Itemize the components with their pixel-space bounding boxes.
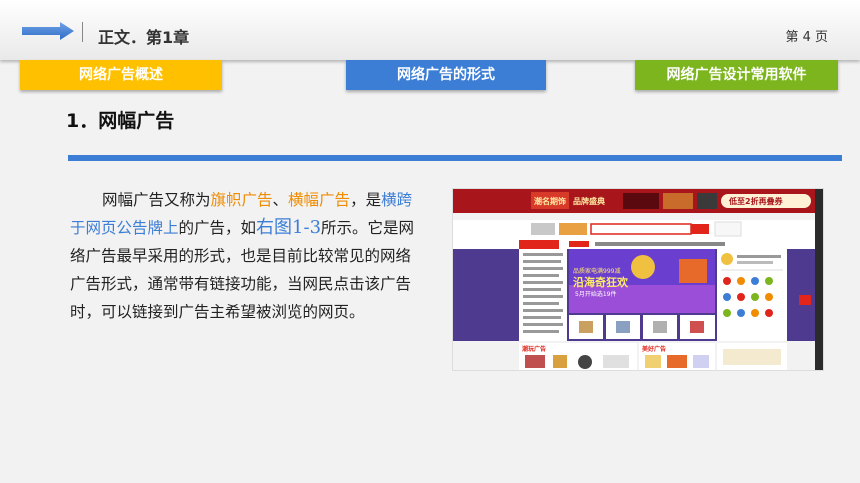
promo-product-2 xyxy=(616,321,630,333)
arrow-right-icon xyxy=(22,22,74,40)
service-icon-7 xyxy=(751,293,759,301)
user-line-1 xyxy=(737,255,781,258)
header-separator xyxy=(82,22,83,42)
category-line-11 xyxy=(523,323,563,326)
category-line-7 xyxy=(523,295,563,298)
highlight-flag-ad: 旗帜广告 xyxy=(210,191,273,209)
service-icon-11 xyxy=(751,309,759,317)
section-divider xyxy=(68,155,842,161)
service-icon-4 xyxy=(765,277,773,285)
body-text-1: 网幅广告又称为 xyxy=(102,191,211,209)
chapter-title: 正文．第1章 xyxy=(98,28,190,47)
banner-product-2 xyxy=(663,193,693,209)
floor-product-2 xyxy=(553,355,567,368)
floor-right-title: 美好广告 xyxy=(641,345,666,353)
service-icon-9 xyxy=(723,309,731,317)
banner-product-1 xyxy=(623,193,659,209)
floor-product-1 xyxy=(525,355,545,368)
body-paragraph: 网幅广告又称为旗帜广告、横幅广告，是横跨于网页公告牌上的广告，如右图1-3所示。… xyxy=(70,186,420,326)
highlight-banner-ad: 横幅广告 xyxy=(288,191,351,209)
hero-line-1: 品质家电满999减 xyxy=(573,267,620,275)
service-icon-10 xyxy=(737,309,745,317)
service-icon-2 xyxy=(737,277,745,285)
page-number: 第 4 页 xyxy=(785,30,828,45)
service-icon-8 xyxy=(765,293,773,301)
hero-line-2: 沿海奇狂欢 xyxy=(573,275,629,289)
hero-astronaut xyxy=(631,255,655,279)
body-text-4: 的广告，如 xyxy=(178,219,257,237)
hero-banner-lower xyxy=(569,285,715,313)
website-screenshot-drawing: 潮名期饰 品牌盛典 低至2折再叠券 品质家电满999减 沿海奇狂欢 5月开始选1… xyxy=(453,189,823,370)
user-line-2 xyxy=(737,261,773,264)
category-line-3 xyxy=(523,267,563,270)
floor-product-6 xyxy=(667,355,687,368)
floor-product-4 xyxy=(603,355,629,368)
cart-button xyxy=(714,221,742,237)
service-icon-1 xyxy=(723,277,731,285)
category-line-5 xyxy=(523,281,563,284)
right-toolbar xyxy=(815,189,823,370)
category-line-12 xyxy=(523,330,559,333)
promo-product-3 xyxy=(653,321,667,333)
service-icon-3 xyxy=(751,277,759,285)
floor-extra-product xyxy=(723,349,781,365)
user-divider xyxy=(721,269,783,271)
category-line-9 xyxy=(523,309,563,312)
service-icon-5 xyxy=(723,293,731,301)
floor-product-7 xyxy=(693,355,709,368)
tab-ad-overview[interactable]: 网络广告概述 xyxy=(20,60,222,90)
category-line-2 xyxy=(523,260,561,263)
slide-header: 正文．第1章 第 4 页 xyxy=(0,0,860,60)
promo-product-1 xyxy=(579,321,593,333)
search-box xyxy=(590,223,692,235)
category-line-6 xyxy=(523,288,561,291)
search-button xyxy=(691,224,709,234)
user-avatar xyxy=(721,253,733,265)
body-text-3: ，是 xyxy=(350,191,382,209)
website-screenshot: 潮名期饰 品牌盛典 低至2折再叠券 品质家电满999减 沿海奇狂欢 5月开始选1… xyxy=(452,188,824,371)
logo-promo xyxy=(559,223,587,235)
tab-ad-design-software[interactable]: 网络广告设计常用软件 xyxy=(635,60,838,90)
side-float-badge xyxy=(799,295,811,305)
hero-product xyxy=(679,259,707,283)
promo-product-4 xyxy=(690,321,704,333)
nav-links xyxy=(595,242,725,246)
body-text-2: 、 xyxy=(272,191,289,209)
hero-line-3: 5月开始选19件 xyxy=(575,290,616,298)
floor-left-title: 潮玩广告 xyxy=(522,345,546,353)
category-line-8 xyxy=(523,302,559,305)
site-logo xyxy=(531,223,555,235)
tab-ad-forms[interactable]: 网络广告的形式 xyxy=(346,60,546,90)
site-topbar xyxy=(453,213,815,220)
banner-right-text: 低至2折再叠券 xyxy=(728,196,784,206)
banner-mid-text: 品牌盛典 xyxy=(573,196,605,206)
nav-tag-1 xyxy=(569,241,589,247)
category-line-10 xyxy=(523,316,561,319)
service-icon-12 xyxy=(765,309,773,317)
figure-reference: 右图1-3 xyxy=(256,217,322,238)
banner-product-3 xyxy=(697,193,717,209)
category-line-4 xyxy=(523,274,559,277)
floor-product-3 xyxy=(578,355,592,369)
banner-brand-text: 潮名期饰 xyxy=(534,196,566,206)
category-header xyxy=(519,240,559,249)
floor-product-5 xyxy=(645,355,661,368)
category-line-1 xyxy=(523,253,563,256)
service-icon-6 xyxy=(737,293,745,301)
section-title: 1．网幅广告 xyxy=(66,110,175,132)
